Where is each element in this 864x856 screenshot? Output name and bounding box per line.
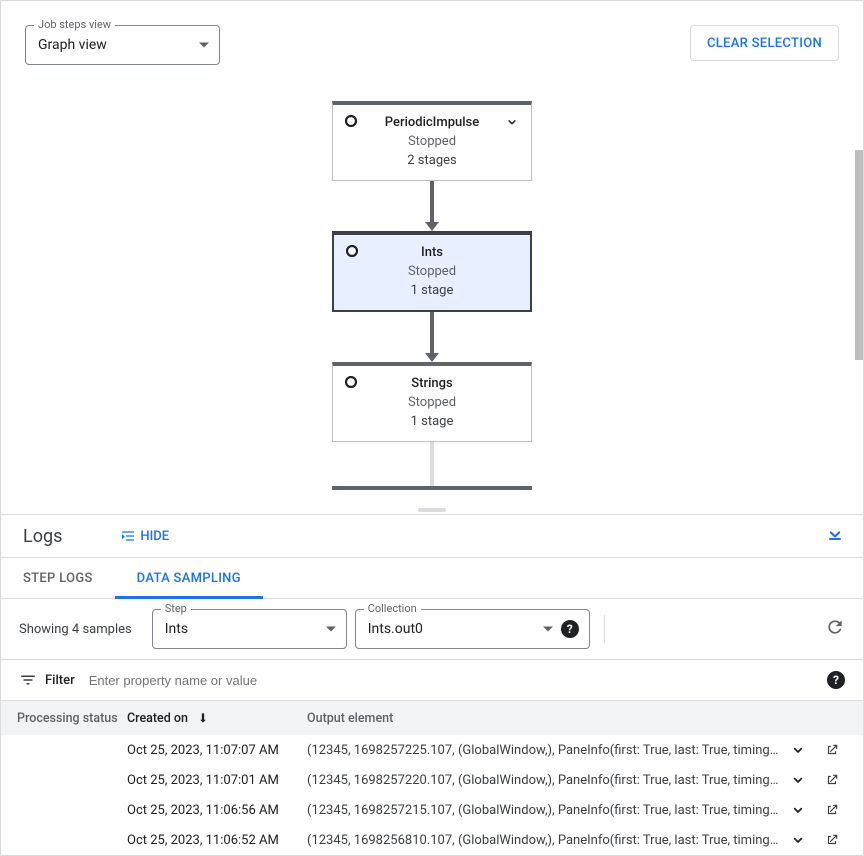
- collection-select[interactable]: Collection Ints.out0 ?: [355, 609, 590, 649]
- table-body: Oct 25, 2023, 11:07:07 AM(12345, 1698257…: [1, 735, 863, 855]
- open-external-button[interactable]: [817, 803, 847, 817]
- node-stages: 2 stages: [345, 153, 519, 168]
- panel-resize-handle[interactable]: [418, 508, 446, 512]
- graph-inner: PeriodicImpulse Stopped 2 stages Ints St…: [332, 101, 532, 490]
- job-steps-view-label: Job steps view: [34, 18, 115, 31]
- help-icon[interactable]: ?: [827, 671, 845, 689]
- graph-node-ints[interactable]: Ints Stopped 1 stage: [332, 231, 532, 312]
- node-title: PeriodicImpulse: [345, 115, 519, 130]
- open-external-button[interactable]: [817, 773, 847, 787]
- table-header: Processing status Created on Output elem…: [1, 701, 863, 735]
- collection-select-value: Ints.out0: [368, 621, 423, 637]
- caret-down-icon: [326, 627, 336, 632]
- arrowhead-icon: [425, 222, 439, 231]
- processing-status-cell: [17, 743, 127, 758]
- graph-node-periodicimpulse[interactable]: PeriodicImpulse Stopped 2 stages: [332, 101, 532, 181]
- format-indent-icon: [120, 528, 136, 544]
- collection-select-label: Collection: [364, 602, 421, 615]
- hide-logs-button[interactable]: HIDE: [120, 528, 169, 544]
- node-status: Stopped: [345, 395, 519, 410]
- filter-list-icon: [19, 671, 37, 689]
- graph-edge-faded: [430, 442, 434, 486]
- open-external-button[interactable]: [817, 833, 847, 847]
- tab-step-logs[interactable]: STEP LOGS: [1, 558, 115, 598]
- table-row[interactable]: Oct 25, 2023, 11:07:01 AM(12345, 1698257…: [1, 765, 863, 795]
- processing-status-cell: [17, 803, 127, 818]
- job-steps-view-value: Graph view: [38, 37, 107, 53]
- chevron-down-icon[interactable]: [505, 115, 519, 133]
- logs-title: Logs: [23, 526, 62, 547]
- stopped-icon: [346, 245, 358, 257]
- help-icon[interactable]: ?: [561, 620, 579, 638]
- node-title: Strings: [345, 376, 519, 391]
- top-bar: Job steps view Graph view CLEAR SELECTIO…: [1, 1, 863, 65]
- graph-edge: [430, 181, 434, 223]
- filter-label: Filter: [45, 673, 75, 688]
- table-row[interactable]: Oct 25, 2023, 11:06:52 AM(12345, 1698256…: [1, 825, 863, 855]
- created-on-cell: Oct 25, 2023, 11:07:07 AM: [127, 743, 307, 758]
- expand-row-button[interactable]: [779, 772, 817, 788]
- output-element-cell: (12345, 1698257225.107, (GlobalWindow,),…: [307, 743, 779, 758]
- created-on-cell: Oct 25, 2023, 11:07:01 AM: [127, 773, 307, 788]
- output-element-cell: (12345, 1698257215.107, (GlobalWindow,),…: [307, 803, 779, 818]
- collapse-panel-button[interactable]: [825, 524, 845, 548]
- clear-selection-label: CLEAR SELECTION: [707, 36, 822, 51]
- col-created-label: Created on: [127, 711, 188, 726]
- expand-row-button[interactable]: [779, 802, 817, 818]
- step-select-value: Ints: [165, 621, 188, 637]
- refresh-button[interactable]: [825, 617, 845, 641]
- step-select-label: Step: [161, 602, 191, 615]
- sort-desc-icon: [196, 711, 210, 725]
- node-stages: 1 stage: [346, 283, 518, 298]
- logs-header: Logs HIDE: [1, 515, 863, 557]
- output-element-cell: (12345, 1698257220.107, (GlobalWindow,),…: [307, 773, 779, 788]
- expand-row-button[interactable]: [779, 742, 817, 758]
- col-processing-status[interactable]: Processing status: [17, 711, 127, 726]
- tab-label: STEP LOGS: [23, 571, 93, 586]
- step-select[interactable]: Step Ints: [152, 609, 347, 649]
- output-element-cell: (12345, 1698256810.107, (GlobalWindow,),…: [307, 833, 779, 848]
- filter-row: Filter ?: [1, 659, 863, 701]
- clear-selection-button[interactable]: CLEAR SELECTION: [690, 25, 839, 61]
- showing-samples-text: Showing 4 samples: [19, 622, 132, 637]
- caret-down-icon: [543, 627, 553, 632]
- sampling-controls: Showing 4 samples Step Ints Collection I…: [1, 599, 863, 659]
- tab-label: DATA SAMPLING: [137, 571, 241, 586]
- created-on-cell: Oct 25, 2023, 11:06:56 AM: [127, 803, 307, 818]
- filter-input[interactable]: [87, 672, 827, 689]
- created-on-cell: Oct 25, 2023, 11:06:52 AM: [127, 833, 307, 848]
- arrowhead-icon: [425, 353, 439, 362]
- graph-node-strings[interactable]: Strings Stopped 1 stage: [332, 362, 532, 442]
- open-external-button[interactable]: [817, 743, 847, 757]
- job-steps-view-select[interactable]: Job steps view Graph view: [25, 25, 220, 65]
- graph-node-partial[interactable]: [332, 486, 532, 490]
- logs-tabs: STEP LOGS DATA SAMPLING: [1, 557, 863, 599]
- table-row[interactable]: Oct 25, 2023, 11:06:56 AM(12345, 1698257…: [1, 795, 863, 825]
- hide-label: HIDE: [140, 529, 169, 544]
- node-status: Stopped: [345, 134, 519, 149]
- table-row[interactable]: Oct 25, 2023, 11:07:07 AM(12345, 1698257…: [1, 735, 863, 765]
- expand-row-button[interactable]: [779, 832, 817, 848]
- col-output-element[interactable]: Output element: [307, 711, 779, 726]
- col-created-on[interactable]: Created on: [127, 711, 307, 726]
- processing-status-cell: [17, 773, 127, 788]
- processing-status-cell: [17, 833, 127, 848]
- divider: [604, 615, 605, 643]
- page-root: Job steps view Graph view CLEAR SELECTIO…: [0, 0, 864, 856]
- caret-down-icon: [199, 43, 209, 48]
- scrollbar-thumb[interactable]: [855, 150, 863, 360]
- node-status: Stopped: [346, 264, 518, 279]
- node-title: Ints: [346, 245, 518, 260]
- logs-section: Logs HIDE STEP LOGS DATA SAMPLING Showin…: [1, 514, 863, 855]
- stopped-icon: [345, 115, 357, 127]
- graph-area[interactable]: PeriodicImpulse Stopped 2 stages Ints St…: [1, 65, 863, 514]
- node-stages: 1 stage: [345, 414, 519, 429]
- graph-edge: [430, 312, 434, 354]
- tab-data-sampling[interactable]: DATA SAMPLING: [115, 558, 263, 598]
- stopped-icon: [345, 376, 357, 388]
